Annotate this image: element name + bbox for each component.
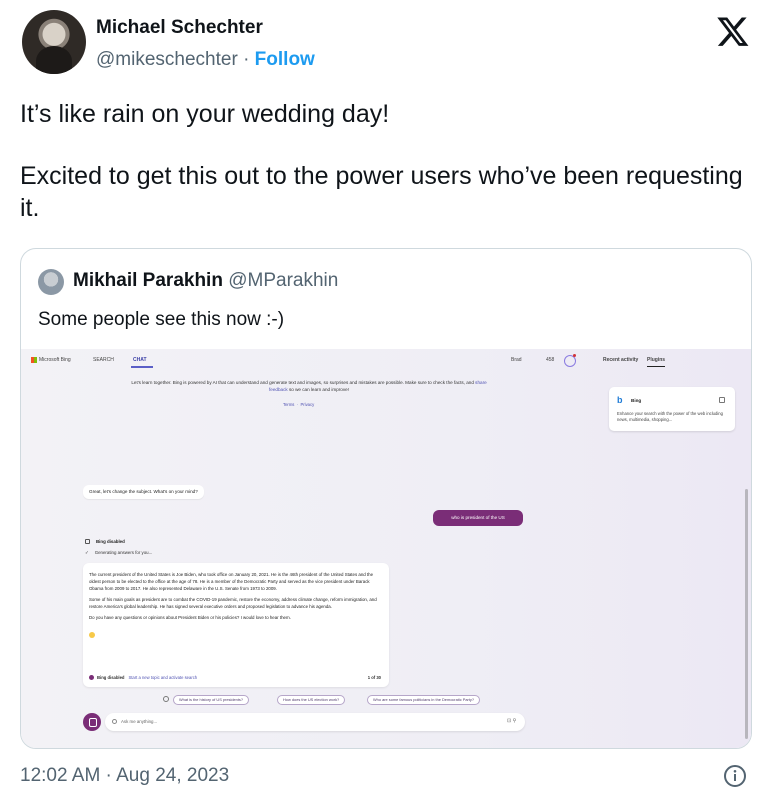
tweet-timestamp[interactable]: 12:02 AM · Aug 24, 2023 [20, 765, 229, 787]
user-message: who is president of the US [433, 510, 523, 526]
new-topic-icon [83, 713, 101, 731]
plugin-title: Bing [631, 398, 642, 403]
author-display-name[interactable]: Michael Schechter [96, 17, 263, 39]
footer-disabled: Bing disabled [97, 675, 125, 680]
terms-link: Terms [283, 402, 295, 407]
ask-input: Ask me anything... ⊡ ⚲ [105, 713, 525, 731]
disabled-icon [85, 539, 90, 544]
suggestions-help-icon [163, 696, 169, 702]
tweet-paragraph: Excited to get this out to the power use… [20, 162, 743, 222]
privacy-link: Privacy [300, 402, 315, 407]
bing-dot-icon [89, 675, 94, 680]
quoted-author-name: Mikhail Parakhin [73, 270, 223, 291]
plugin-card-bing: b Bing Enhance your search with the powe… [609, 387, 735, 431]
smile-emoji-icon [89, 632, 95, 638]
bot-message: Great, let's change the subject. What's … [83, 485, 204, 499]
answer-footer: Bing disabled Start a new topic and activ… [89, 675, 383, 680]
turn-counter: 1 of 30 [367, 675, 381, 680]
quoted-author-handle: @MParakhin [228, 270, 339, 291]
status-generating-text: Generating answers for you... [94, 550, 153, 555]
chat-input-icon [112, 719, 117, 724]
check-icon: ✓ [85, 550, 89, 555]
quoted-tweet-card[interactable]: Mikhail Parakhin @MParakhin Some people … [20, 248, 752, 749]
handle-separator: · [243, 49, 250, 70]
microsoft-logo-icon [31, 357, 37, 363]
disclaimer-text: Let's learn together. Bing is powered by… [131, 380, 474, 385]
plugins-tab: Plugins [647, 357, 666, 363]
plugin-description: Enhance your search with the power of th… [617, 411, 723, 422]
bing-topbar: Microsoft Bing SEARCH CHAT Brad 458 Rece… [21, 349, 751, 373]
bing-disclaimer: Let's learn together. Bing is powered by… [129, 379, 489, 393]
attached-screenshot[interactable]: Microsoft Bing SEARCH CHAT Brad 458 Rece… [21, 349, 751, 748]
rewards-points: 458 [546, 357, 555, 363]
author-handle[interactable]: @mikeschechter [96, 49, 238, 70]
follow-button[interactable]: Follow [255, 49, 315, 70]
tab-search: SEARCH [93, 357, 114, 363]
mic-icon: ⊡ ⚲ [507, 718, 517, 724]
brand-label: Microsoft Bing [39, 357, 71, 363]
quoted-author-avatar [38, 269, 64, 295]
footer-action: Start a new topic and activate search [128, 675, 198, 680]
scrollbar [745, 489, 748, 739]
tweet-embed: Michael Schechter @mikeschechter · Follo… [0, 0, 772, 800]
answer-paragraph: The current president of the United Stat… [89, 572, 374, 591]
quoted-tweet-text: Some people see this now :-) [38, 309, 285, 330]
tab-chat: CHAT [133, 357, 147, 363]
quoted-author-row: Mikhail Parakhin @MParakhin [73, 270, 338, 292]
bot-answer: The current president of the United Stat… [83, 563, 389, 687]
terms-links: Terms · Privacy [283, 402, 315, 407]
status-bing-disabled: Bing disabled [85, 539, 125, 544]
suggestion-chip: Who are some famous politicians in the D… [367, 695, 480, 705]
recent-activity-tab: Recent activity [603, 357, 639, 363]
bing-logo-icon: b [617, 395, 623, 405]
status-generating: ✓ Generating answers for you... [85, 550, 152, 556]
suggestion-chip: How does the US election work? [277, 695, 346, 705]
plugin-toggle [719, 397, 725, 403]
user-name: Brad [511, 357, 522, 363]
tweet-paragraph: It’s like rain on your wedding day! [20, 100, 390, 128]
plugins-tab-indicator [647, 366, 665, 367]
answer-paragraph: Some of his main goals as president are … [89, 597, 377, 609]
tweet-text: It’s like rain on your wedding day! Exci… [20, 98, 750, 224]
answer-paragraph: Do you have any questions or opinions ab… [89, 615, 291, 620]
notification-dot [573, 354, 576, 357]
status-disabled-text: Bing disabled [96, 539, 125, 544]
ask-placeholder: Ask me anything... [121, 719, 158, 724]
info-icon[interactable] [723, 764, 747, 788]
suggestion-chip: What is the history of US presidents? [173, 695, 250, 705]
disclaimer-tail: so we can learn and improve! [288, 387, 349, 392]
author-handle-row: @mikeschechter · Follow [96, 49, 315, 71]
author-avatar[interactable] [22, 10, 86, 74]
x-logo-icon[interactable] [716, 14, 750, 48]
active-tab-indicator [131, 366, 153, 368]
